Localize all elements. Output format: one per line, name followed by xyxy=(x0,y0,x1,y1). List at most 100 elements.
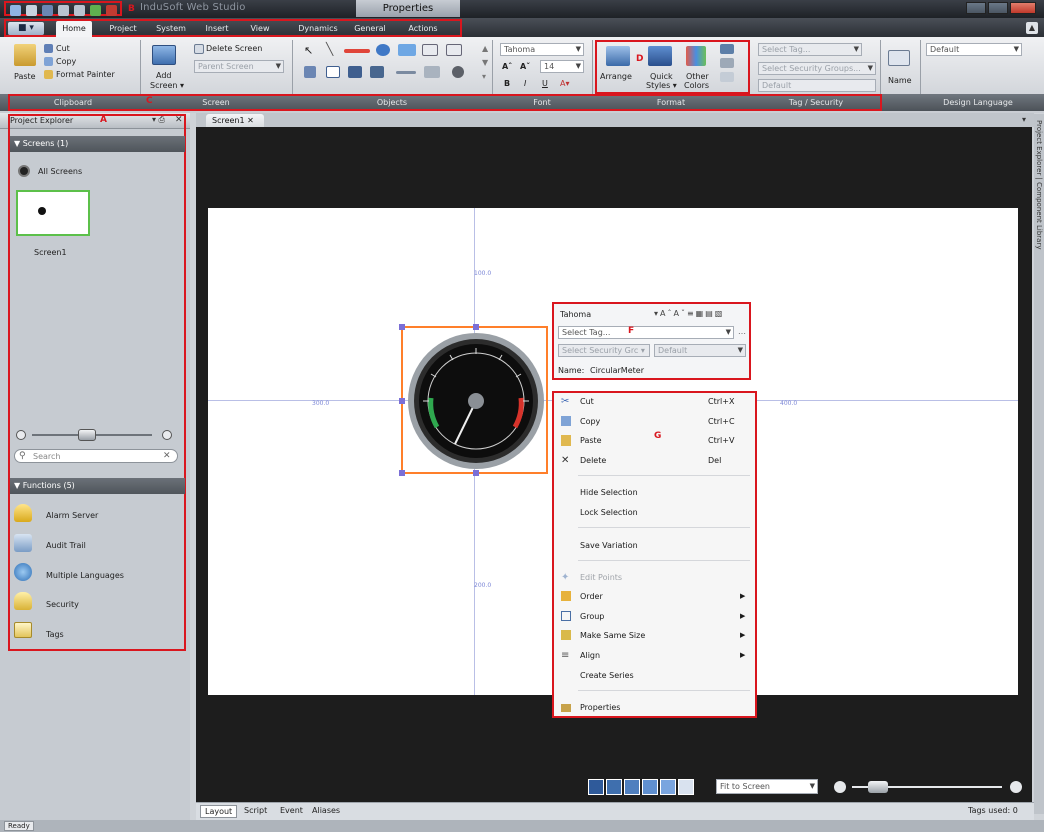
zoom-slider[interactable] xyxy=(834,779,1024,795)
copy-icon[interactable] xyxy=(44,57,53,66)
search-clear-icon[interactable]: ✕ xyxy=(163,451,171,461)
all-screens-item[interactable]: All Screens xyxy=(38,167,82,176)
font-name-select[interactable]: Tahoma ▼ xyxy=(500,43,584,56)
ribbon-help-icon[interactable]: ▲ xyxy=(1026,22,1038,34)
name-button[interactable]: Name xyxy=(888,76,912,85)
preview-icon[interactable] xyxy=(660,779,676,795)
other-colors-label-2[interactable]: Colors xyxy=(684,81,709,90)
zoom-thumb[interactable] xyxy=(868,781,888,793)
menu-item-save-variation[interactable]: Save Variation xyxy=(554,537,754,555)
screens-section-header[interactable]: ▼ Screens (1) xyxy=(10,136,185,152)
grow-font-icon[interactable]: Aˆ xyxy=(502,62,512,71)
format-painter-icon[interactable] xyxy=(44,70,53,79)
selection-handle[interactable] xyxy=(399,470,405,476)
delete-screen-button[interactable]: Delete Screen xyxy=(206,44,262,53)
slider-thumb[interactable] xyxy=(78,429,96,441)
add-screen-label-2[interactable]: Screen ▾ xyxy=(150,81,184,90)
line-icon[interactable]: ╲ xyxy=(326,42,333,56)
tab-actions[interactable]: Actions xyxy=(402,21,444,37)
minimize-button[interactable] xyxy=(966,2,986,14)
menu-item-paste[interactable]: Paste Ctrl+V xyxy=(554,432,754,450)
menu-item-delete[interactable]: ✕ Delete Del xyxy=(554,452,754,470)
mini-format-icons[interactable]: ▾AˆAˇ≡▦▤▧ xyxy=(654,309,724,318)
ellipse-icon[interactable] xyxy=(376,44,390,56)
zoom-out-icon[interactable] xyxy=(16,430,26,440)
function-alarm-server[interactable]: Alarm Server xyxy=(46,511,98,520)
polygon-icon[interactable] xyxy=(398,44,416,56)
functions-section-header[interactable]: ▼ Functions (5) xyxy=(10,478,185,494)
paste-icon[interactable] xyxy=(14,44,36,66)
list-object-icon[interactable] xyxy=(370,66,384,78)
bold-icon[interactable]: B xyxy=(504,79,510,88)
cut-button[interactable]: Cut xyxy=(56,44,70,53)
line-style-icon[interactable] xyxy=(720,72,734,82)
guides-icon[interactable] xyxy=(642,779,658,795)
mini-name-value[interactable]: CircularMeter xyxy=(590,366,644,375)
selection-handle[interactable] xyxy=(399,398,405,404)
maximize-button[interactable] xyxy=(988,2,1008,14)
tab-dynamics[interactable]: Dynamics xyxy=(294,21,342,37)
zoom-in-icon[interactable] xyxy=(162,430,172,440)
zoom-select[interactable]: Fit to Screen ▼ xyxy=(716,779,818,794)
pointer-icon[interactable]: ↖ xyxy=(304,44,313,57)
circular-meter[interactable] xyxy=(407,332,545,470)
rectangle-icon[interactable] xyxy=(344,49,370,53)
cut-icon[interactable] xyxy=(44,44,53,53)
tab-view[interactable]: View xyxy=(244,21,276,37)
combo-object-icon[interactable] xyxy=(348,66,362,78)
tab-event[interactable]: Event xyxy=(280,806,303,815)
arrange-button[interactable]: Arrange xyxy=(600,72,632,81)
document-tab-screen1[interactable]: Screen1 ✕ xyxy=(206,114,264,128)
mini-font-name[interactable]: Tahoma xyxy=(560,310,591,319)
shrink-font-icon[interactable]: Aˇ xyxy=(520,62,530,71)
screen-thumbnail[interactable] xyxy=(16,190,90,236)
function-multiple-languages[interactable]: Multiple Languages xyxy=(46,571,124,580)
select-tag-field[interactable]: Select Tag... ▼ xyxy=(758,43,862,56)
menu-item-order[interactable]: Order ▶ xyxy=(554,588,754,606)
default-tag-field[interactable]: Default xyxy=(758,79,876,92)
button-object-icon[interactable] xyxy=(422,44,438,56)
quick-styles-label-1[interactable]: Quick xyxy=(650,72,673,81)
slider-object-icon[interactable] xyxy=(396,71,416,74)
tab-system[interactable]: System xyxy=(152,21,190,37)
tab-general[interactable]: General xyxy=(350,21,390,37)
quick-styles-icon[interactable] xyxy=(648,46,672,66)
select-security-field[interactable]: Select Security Groups... ▼ xyxy=(758,62,876,75)
font-size-select[interactable]: 14 ▼ xyxy=(540,60,584,73)
redo-icon[interactable] xyxy=(74,5,85,16)
text-object-icon[interactable] xyxy=(446,44,462,56)
other-colors-icon[interactable] xyxy=(686,46,706,66)
mini-more-icon[interactable]: … xyxy=(738,327,746,336)
menu-item-properties[interactable]: Properties xyxy=(554,699,754,717)
close-button[interactable] xyxy=(1010,2,1036,14)
connector-object-icon[interactable] xyxy=(424,66,440,78)
new-icon[interactable] xyxy=(26,5,37,16)
run-icon[interactable] xyxy=(90,5,101,16)
parent-screen-select[interactable]: Parent Screen ▼ xyxy=(194,60,284,73)
menu-item-create-series[interactable]: Create Series xyxy=(554,667,754,685)
stop-icon[interactable] xyxy=(106,5,117,16)
file-menu-button[interactable]: ■ ▾ xyxy=(8,22,44,35)
menu-item-group[interactable]: Group ▶ xyxy=(554,608,754,626)
other-colors-label-1[interactable]: Other xyxy=(686,72,709,81)
selection-handle[interactable] xyxy=(473,324,479,330)
tab-insert[interactable]: Insert xyxy=(200,21,234,37)
tab-layout[interactable]: Layout xyxy=(200,805,238,818)
tab-project[interactable]: Project xyxy=(104,21,142,37)
copy-button[interactable]: Copy xyxy=(56,57,76,66)
gallery-scroll-down-icon[interactable]: ▼ xyxy=(482,58,488,67)
save-icon[interactable] xyxy=(42,5,53,16)
zoom-in-icon[interactable] xyxy=(1010,781,1022,793)
undo-icon[interactable] xyxy=(58,5,69,16)
thumbnail-size-slider[interactable] xyxy=(16,428,176,442)
contextual-tab-properties[interactable]: Properties xyxy=(356,0,460,17)
gallery-more-icon[interactable]: ▾ xyxy=(482,72,486,81)
ruler-icon[interactable] xyxy=(624,779,640,795)
italic-icon[interactable]: I xyxy=(524,79,526,88)
menu-item-copy[interactable]: Copy Ctrl+C xyxy=(554,413,754,431)
grid-icon[interactable] xyxy=(588,779,604,795)
menu-item-hide-selection[interactable]: Hide Selection xyxy=(554,484,754,502)
font-color-icon[interactable]: A▾ xyxy=(560,79,570,88)
arrange-icon[interactable] xyxy=(606,46,630,66)
mini-select-tag-field[interactable]: Select Tag... ▼ xyxy=(558,326,734,339)
